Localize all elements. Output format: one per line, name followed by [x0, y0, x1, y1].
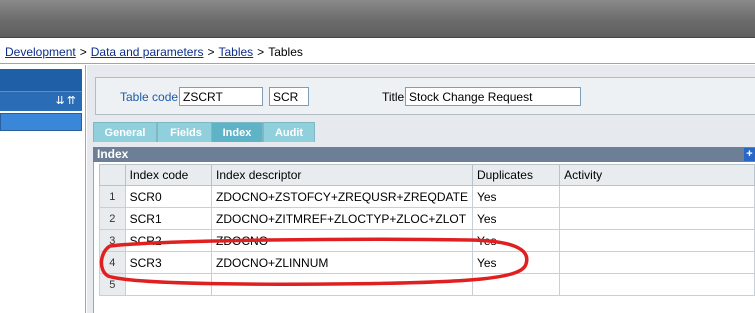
breadcrumb-development[interactable]: Development	[5, 45, 76, 59]
table-row[interactable]: 2 SCR1 ZDOCNO+ZITMREF+ZLOCTYP+ZLOC+ZLOT …	[99, 207, 755, 230]
column-header-duplicates[interactable]: Duplicates	[471, 164, 561, 186]
breadcrumb: Development > Data and parameters > Tables > T…	[0, 38, 755, 64]
left-panel: ⇊⇈	[0, 65, 86, 313]
activity-cell[interactable]	[559, 273, 755, 296]
tab-index[interactable]: Index	[211, 122, 263, 142]
duplicates-cell[interactable]: Yes	[471, 185, 561, 208]
row-number: 1	[99, 185, 126, 208]
table-row[interactable]: 4 SCR3 ZDOCNO+ZLINNUM Yes	[99, 251, 755, 274]
index-descriptor-cell[interactable]	[211, 273, 473, 296]
left-panel-selected-row[interactable]	[0, 113, 82, 131]
table-code-field[interactable]: ZSCRT	[179, 87, 263, 106]
breadcrumb-separator: >	[207, 45, 215, 59]
table-row[interactable]: 3 SCR2 ZDOCNO Yes	[99, 229, 755, 252]
index-grid: Index code Index descriptor Duplicates A…	[99, 164, 755, 296]
activity-cell[interactable]	[559, 229, 755, 252]
index-descriptor-cell[interactable]: ZDOCNO	[211, 229, 473, 252]
title-field[interactable]: Stock Change Request	[405, 87, 581, 106]
index-code-cell[interactable]	[124, 273, 213, 296]
index-code-cell[interactable]: SCR0	[124, 185, 213, 208]
index-section-header: Index +	[93, 147, 755, 162]
duplicates-cell[interactable]: Yes	[471, 229, 561, 252]
duplicates-cell[interactable]: Yes	[471, 207, 561, 230]
table-row[interactable]: 1 SCR0 ZDOCNO+ZSTOFCY+ZREQUSR+ZREQDATE Y…	[99, 185, 755, 208]
index-grid-area: Index code Index descriptor Duplicates A…	[93, 162, 755, 313]
activity-cell[interactable]	[559, 251, 755, 274]
activity-cell[interactable]	[559, 185, 755, 208]
index-descriptor-cell[interactable]: ZDOCNO+ZSTOFCY+ZREQUSR+ZREQDATE	[211, 185, 473, 208]
window-top-bar-inner	[0, 0, 755, 20]
table-code-label: Table code	[120, 90, 179, 104]
tab-general[interactable]: General	[93, 122, 157, 142]
column-header-index-code[interactable]: Index code	[124, 164, 213, 186]
row-number: 5	[99, 273, 126, 296]
index-code-cell[interactable]: SCR3	[124, 251, 213, 274]
index-code-cell[interactable]: SCR2	[124, 229, 213, 252]
column-header-index-descriptor[interactable]: Index descriptor	[211, 164, 473, 186]
collapse-up-icon[interactable]: ⇈	[67, 95, 78, 107]
header-box: Table code ZSCRT SCR Title Stock Change …	[95, 77, 755, 115]
table-row[interactable]: 5	[99, 273, 755, 296]
column-header-activity[interactable]: Activity	[559, 164, 755, 186]
index-code-cell[interactable]: SCR1	[124, 207, 213, 230]
index-section-title: Index	[97, 147, 129, 161]
table-abbrev-field[interactable]: SCR	[269, 87, 309, 106]
left-panel-header	[0, 69, 82, 91]
main-panel: Table code ZSCRT SCR Title Stock Change …	[87, 65, 755, 313]
row-number: 3	[99, 229, 126, 252]
duplicates-cell[interactable]	[471, 273, 561, 296]
window-top-bar	[0, 0, 755, 38]
duplicates-cell[interactable]: Yes	[471, 251, 561, 274]
index-descriptor-cell[interactable]: ZDOCNO+ZITMREF+ZLOCTYP+ZLOC+ZLOT	[211, 207, 473, 230]
breadcrumb-current: Tables	[268, 45, 303, 59]
index-descriptor-cell[interactable]: ZDOCNO+ZLINNUM	[211, 251, 473, 274]
row-number-header	[99, 164, 126, 186]
breadcrumb-separator: >	[257, 45, 265, 59]
activity-cell[interactable]	[559, 207, 755, 230]
row-number: 2	[99, 207, 126, 230]
left-panel-toolbar: ⇊⇈	[0, 91, 82, 111]
breadcrumb-tables[interactable]: Tables	[218, 45, 253, 59]
tab-fields[interactable]: Fields	[157, 122, 215, 142]
tab-audit[interactable]: Audit	[263, 122, 315, 142]
breadcrumb-data-and-parameters[interactable]: Data and parameters	[91, 45, 204, 59]
breadcrumb-separator: >	[79, 45, 87, 59]
plus-icon[interactable]: +	[744, 148, 755, 161]
row-number: 4	[99, 251, 126, 274]
title-label: Title	[382, 90, 405, 104]
collapse-down-icon[interactable]: ⇊	[56, 95, 67, 107]
